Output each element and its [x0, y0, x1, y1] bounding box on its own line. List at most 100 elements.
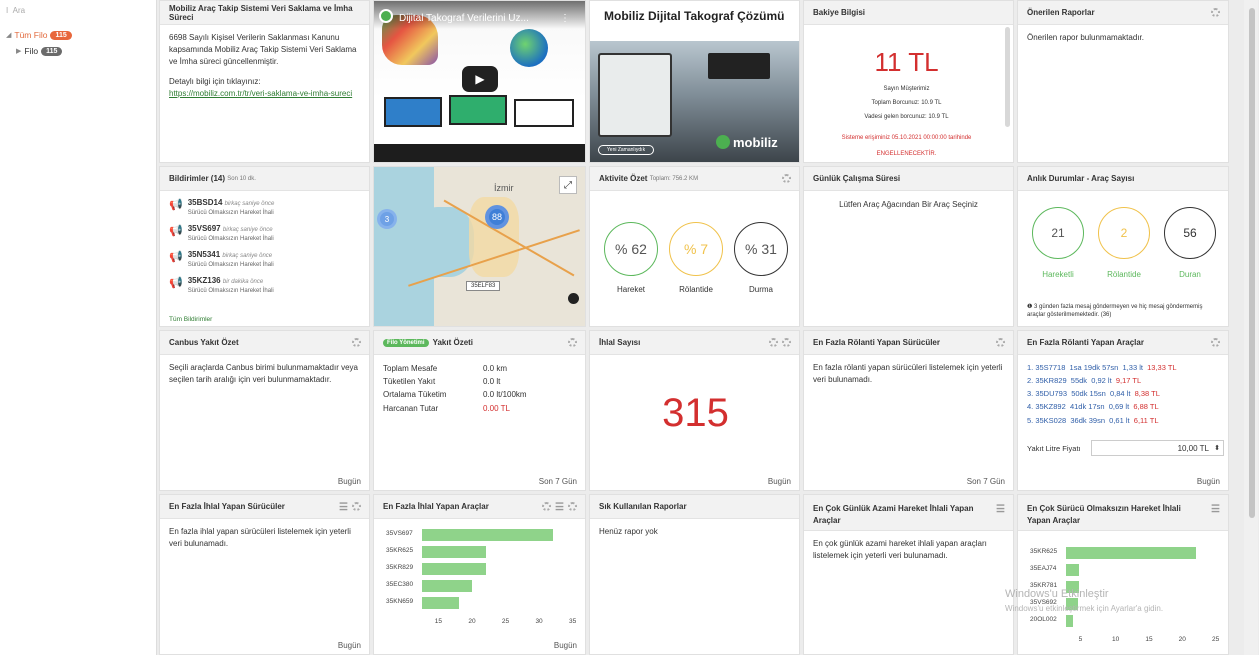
promo-panel[interactable]: Mobiliz Dijital Takograf Çözümü Yeni Zam… [589, 0, 800, 163]
instant-status-panel: Anlık Durumlar - Araç Sayısı 21 Hareketl… [1017, 166, 1229, 327]
settings-gear-icon[interactable] [782, 174, 791, 183]
idle-fuel: 0,84 lt [1110, 389, 1131, 399]
idle-vehicle-row[interactable]: 5. 35KS028 36dk 39sn 0,61 lt 6,11 TL [1027, 414, 1219, 427]
bar-category-label: 35EC380 [386, 581, 414, 588]
windows-activation-subtitle: Windows'u etkinleştirmek için Ayarlar'a … [1005, 604, 1164, 613]
idle-vehicle-row[interactable]: 3. 35DU793 50dk 15sn 0,84 lt 8,38 TL [1027, 387, 1219, 400]
more-options-icon[interactable]: ⋮ [560, 13, 570, 24]
x-tick-label: 20 [1178, 636, 1186, 643]
total-debt: Toplam Borcunuz: 10.9 TL [871, 100, 942, 106]
fullscreen-icon[interactable]: ⤢ [559, 176, 577, 194]
vehicle-cluster-marker[interactable]: 88 [485, 205, 509, 229]
settings-gear-icon[interactable] [996, 338, 1005, 347]
megaphone-icon: 📢 [169, 277, 183, 289]
settings-gear-icon[interactable] [352, 502, 361, 511]
idle-label: Rölantide [679, 285, 713, 294]
spinner-icon[interactable]: ⬍ [1214, 444, 1220, 452]
bar[interactable] [1066, 564, 1080, 576]
bar[interactable] [422, 597, 459, 609]
settings-gear-icon[interactable] [1211, 8, 1220, 17]
fuel-row: Harcanan Tutar 0.00 TL [383, 402, 576, 415]
mobiliz-logo-icon [716, 135, 730, 149]
play-button-icon[interactable]: ▶ [462, 66, 498, 92]
time-range-label: Bugün [1196, 477, 1220, 486]
bar[interactable] [1066, 615, 1073, 627]
truck-cab-graphic [598, 53, 672, 137]
bar[interactable] [422, 580, 473, 592]
row-value: 0.0 lt [483, 377, 501, 387]
vehicle-plate-marker[interactable]: 35ELF83 [466, 281, 501, 291]
panel-title: En Çok Günlük Azami Hareket İhlali Yapan… [813, 504, 974, 525]
idle-fuel: 1,33 lt [1122, 363, 1143, 372]
search-input[interactable]: I Ara [6, 6, 25, 15]
collapse-triangle-icon[interactable]: ◢ [6, 31, 11, 39]
fuel-price-input[interactable]: 10,00 TL ⬍ [1091, 440, 1224, 456]
movement-label: Hareket [616, 285, 645, 294]
row-label: Harcanan Tutar [383, 403, 439, 413]
notification-item[interactable]: 📢 35VS697 birkaç saniye önce Sürücü Olmaks… [169, 223, 360, 244]
notification-item[interactable]: 📢 35KZ136 bir dakika önce Sürücü Olmaksızı… [169, 275, 360, 296]
panel-title: Aktivite Özet [599, 174, 648, 183]
list-icon[interactable]: ☰ [555, 502, 564, 513]
panel-title: Önerilen Raporlar [1027, 8, 1095, 17]
empty-message: En fazla ihlal yapan sürücüleri listelem… [169, 527, 351, 548]
idle-vehicle-row[interactable]: 1. 35S7718 1sa 19dk 57sn 1,33 lt 13,33 T… [1027, 361, 1219, 374]
all-notifications-link[interactable]: Tüm Bildirimler [169, 316, 212, 323]
bar[interactable] [1066, 547, 1196, 559]
x-tick-label: 25 [501, 618, 510, 625]
notification-item[interactable]: 📢 35N5341 birkaç saniye önce Sürücü Olmaks… [169, 249, 360, 270]
expand-triangle-icon[interactable]: ▶ [16, 47, 21, 55]
map-layer-icon[interactable] [568, 293, 579, 304]
idle-fuel: 0,61 lt [1109, 415, 1130, 425]
list-icon[interactable]: ☰ [339, 502, 348, 513]
time-range-label: Bugün [337, 641, 361, 650]
tree-item-fleet[interactable]: ▶ Filo 115 [16, 46, 63, 56]
detail-link[interactable]: https://mobiliz.com.tr/tr/veri-saklama-v… [169, 89, 352, 98]
frequent-reports-panel: Sık Kullanılan Raporlar Henüz rapor yok [589, 494, 800, 655]
settings-gear-icon[interactable] [1211, 338, 1220, 347]
idle-vehicle-row[interactable]: 2. 35KR829 55dk 0,92 lt 9,17 TL [1027, 374, 1219, 387]
idle-vehicle-row[interactable]: 4. 35KZ892 41dk 17sn 0,69 lt 6,88 TL [1027, 400, 1219, 413]
x-tick-label: 15 [434, 618, 442, 625]
notification-item[interactable]: 📢 35BSD14 birkaç saniye önce Sürücü Olmaks… [169, 197, 360, 218]
scrollbar-thumb[interactable] [1249, 8, 1255, 518]
bar[interactable] [422, 563, 486, 575]
list-icon[interactable]: ☰ [996, 502, 1005, 517]
idle-cost: 9,17 TL [1115, 376, 1142, 386]
bar-category-label: 35VS697 [386, 530, 413, 537]
bar-category-label: 35EAJ74 [1030, 565, 1057, 572]
panel-title: Canbus Yakıt Özet [169, 338, 239, 347]
balance-panel: Bakiye Bilgisi 11 TL Sayın Müşterimiz To… [803, 0, 1014, 163]
idle-cost: 8,38 TL [1134, 389, 1160, 399]
panel-title: Mobiliz Araç Takip Sistemi Veri Saklama … [160, 1, 369, 25]
vehicle-cluster-marker[interactable]: 3 [377, 209, 397, 229]
tree-item-all-fleet[interactable]: ◢ Tüm Filo 115 [6, 30, 72, 40]
violation-count: 315 [662, 391, 729, 435]
violation-count-panel: İhlal Sayısı 315 Bugün [589, 330, 800, 491]
stopped-label: Duran [1179, 270, 1201, 279]
page-scrollbar[interactable] [1244, 0, 1258, 655]
settings-gear-icon[interactable] [782, 338, 791, 347]
violation-vehicles-panel: En Fazla İhlal Yapan Araçlar ☰ 35VS697 35K… [373, 494, 586, 655]
settings-gear-icon[interactable] [568, 338, 577, 347]
pie-chart-icon[interactable] [542, 502, 552, 511]
video-title[interactable]: Dijital Takograf Verilerini Uz... [399, 13, 529, 24]
row-value: 0.00 TL [483, 403, 510, 413]
settings-gear-icon[interactable] [568, 502, 577, 511]
map-panel[interactable]: İzmir 88 3 35ELF83 ⤢ [373, 166, 586, 327]
bar[interactable] [422, 529, 553, 541]
vehicle-name: 2. 35KR829 [1027, 376, 1067, 386]
channel-avatar-icon[interactable] [379, 9, 393, 23]
panel-title: En Fazla Rölanti Yapan Araçlar [1027, 338, 1144, 347]
panel-title: En Fazla İhlal Yapan Araçlar [383, 502, 489, 511]
truck-blue-graphic [384, 97, 442, 127]
list-icon[interactable]: ☰ [1211, 502, 1220, 517]
pie-chart-icon[interactable] [769, 338, 778, 347]
idle-time: 41dk 17sn [1069, 402, 1105, 412]
brand-name: mobiliz [733, 135, 778, 150]
x-tick-label: 35 [569, 618, 577, 625]
settings-gear-icon[interactable] [352, 338, 361, 347]
bar[interactable] [422, 546, 486, 558]
video-panel[interactable]: Dijital Takograf Verilerini Uz... ⋮ ▶ [373, 0, 586, 163]
plate: 35N5341 [187, 250, 221, 259]
